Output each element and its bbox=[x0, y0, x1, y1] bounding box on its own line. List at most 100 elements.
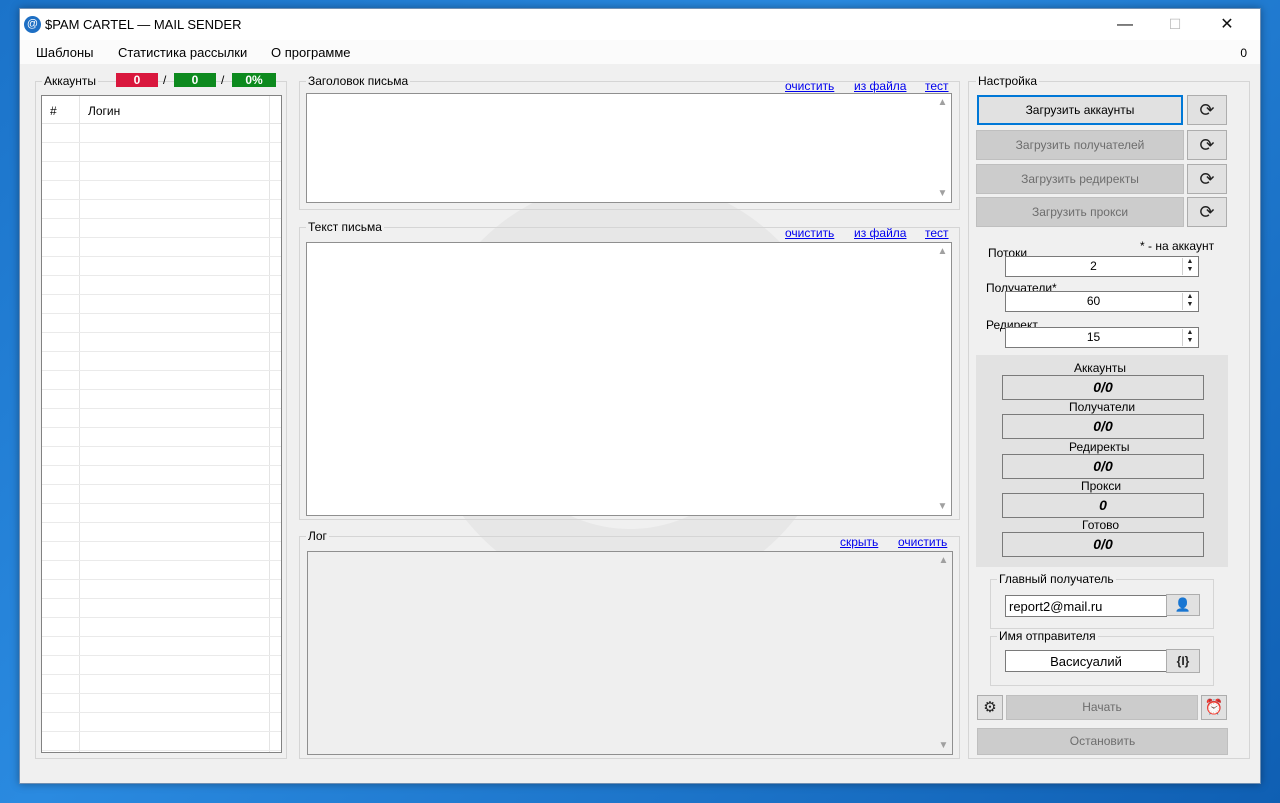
body-test-link[interactable]: тест bbox=[925, 226, 949, 240]
table-row[interactable] bbox=[42, 447, 281, 466]
table-row[interactable] bbox=[42, 523, 281, 542]
stat-accounts-label: Аккаунты bbox=[1070, 361, 1131, 375]
macro-button[interactable]: {I} bbox=[1166, 649, 1200, 673]
title-bar[interactable]: @ $PAM CARTEL — MAIL SENDER — ☐ ✕ bbox=[20, 9, 1260, 40]
subject-clear-link[interactable]: очистить bbox=[785, 79, 834, 93]
table-row[interactable] bbox=[42, 561, 281, 580]
table-row[interactable] bbox=[42, 675, 281, 694]
minimize-button[interactable]: — bbox=[1102, 9, 1148, 40]
table-row[interactable] bbox=[42, 732, 281, 751]
table-row[interactable] bbox=[42, 314, 281, 333]
arrow-down-icon[interactable]: ▼ bbox=[1183, 301, 1197, 309]
stepper-arrows[interactable]: ▲ ▼ bbox=[1182, 258, 1197, 275]
stop-button[interactable]: Остановить bbox=[977, 728, 1228, 755]
table-row[interactable] bbox=[42, 428, 281, 447]
arrow-down-icon[interactable]: ▼ bbox=[1183, 337, 1197, 345]
column-login[interactable]: Логин bbox=[88, 104, 120, 118]
load-accounts-button[interactable]: Загрузить аккаунты bbox=[977, 95, 1183, 125]
table-row[interactable] bbox=[42, 580, 281, 599]
arrow-up-icon[interactable]: ▲ bbox=[1183, 258, 1197, 266]
badge-percent: 0% bbox=[232, 73, 276, 87]
scroll-up-icon[interactable]: ▲ bbox=[935, 552, 952, 569]
body-clear-link[interactable]: очистить bbox=[785, 226, 834, 240]
stat-recipients-box: 0/0 bbox=[1002, 414, 1204, 439]
menu-statistics[interactable]: Статистика рассылки bbox=[118, 45, 247, 60]
refresh-icon[interactable]: ⟳ bbox=[1187, 164, 1227, 194]
table-row[interactable] bbox=[42, 694, 281, 713]
sender-name-value[interactable]: Васисуалий bbox=[1006, 654, 1166, 669]
table-row[interactable] bbox=[42, 162, 281, 181]
stepper-arrows[interactable]: ▲ ▼ bbox=[1182, 329, 1197, 346]
load-recipients-button[interactable]: Загрузить получателей bbox=[976, 130, 1184, 160]
threads-value[interactable]: 2 bbox=[1006, 259, 1181, 273]
subject-test-link[interactable]: тест bbox=[925, 79, 949, 93]
table-row[interactable] bbox=[42, 219, 281, 238]
gear-icon[interactable]: ⚙ bbox=[977, 695, 1003, 720]
subject-from-file-link[interactable]: из файла bbox=[854, 79, 906, 93]
column-number[interactable]: # bbox=[50, 104, 57, 118]
table-row[interactable] bbox=[42, 542, 281, 561]
refresh-icon[interactable]: ⟳ bbox=[1187, 197, 1227, 227]
start-button[interactable]: Начать bbox=[1006, 695, 1198, 720]
subject-textarea[interactable]: ▲ ▼ bbox=[306, 93, 952, 203]
maximize-button[interactable]: ☐ bbox=[1152, 9, 1198, 40]
scroll-up-icon[interactable]: ▲ bbox=[934, 94, 951, 111]
refresh-icon[interactable]: ⟳ bbox=[1187, 95, 1227, 125]
redirect-stepper[interactable]: 15 ▲ ▼ bbox=[1005, 327, 1199, 348]
table-row[interactable] bbox=[42, 276, 281, 295]
table-row[interactable] bbox=[42, 656, 281, 675]
table-row[interactable] bbox=[42, 200, 281, 219]
sender-name-input[interactable]: Васисуалий bbox=[1005, 650, 1167, 672]
log-textarea[interactable]: ▲ ▼ bbox=[307, 551, 953, 755]
menu-templates[interactable]: Шаблоны bbox=[36, 45, 94, 60]
subject-scrollbar[interactable]: ▲ ▼ bbox=[934, 94, 951, 202]
table-row[interactable] bbox=[42, 618, 281, 637]
table-row[interactable] bbox=[42, 409, 281, 428]
table-row[interactable] bbox=[42, 390, 281, 409]
threads-stepper[interactable]: 2 ▲ ▼ bbox=[1005, 256, 1199, 277]
user-icon[interactable]: 👤 bbox=[1166, 594, 1200, 616]
table-row[interactable] bbox=[42, 333, 281, 352]
table-row[interactable] bbox=[42, 371, 281, 390]
load-redirects-button[interactable]: Загрузить редиректы bbox=[976, 164, 1184, 194]
menu-about[interactable]: О программе bbox=[271, 45, 351, 60]
table-row[interactable] bbox=[42, 637, 281, 656]
arrow-up-icon[interactable]: ▲ bbox=[1183, 293, 1197, 301]
body-textarea[interactable]: ▲ ▼ bbox=[306, 242, 952, 516]
scroll-up-icon[interactable]: ▲ bbox=[934, 243, 951, 260]
scroll-down-icon[interactable]: ▼ bbox=[935, 737, 952, 754]
arrow-up-icon[interactable]: ▲ bbox=[1183, 329, 1197, 337]
table-row[interactable] bbox=[42, 504, 281, 523]
scroll-down-icon[interactable]: ▼ bbox=[934, 185, 951, 202]
log-clear-link[interactable]: очистить bbox=[898, 535, 947, 549]
scroll-down-icon[interactable]: ▼ bbox=[934, 498, 951, 515]
table-row[interactable] bbox=[42, 713, 281, 732]
log-scrollbar[interactable]: ▲ ▼ bbox=[935, 552, 952, 754]
window-title: $PAM CARTEL — MAIL SENDER bbox=[45, 17, 242, 32]
body-scrollbar[interactable]: ▲ ▼ bbox=[934, 243, 951, 515]
body-from-file-link[interactable]: из файла bbox=[854, 226, 906, 240]
table-row[interactable] bbox=[42, 238, 281, 257]
table-row[interactable] bbox=[42, 466, 281, 485]
close-button[interactable]: ✕ bbox=[1204, 9, 1250, 40]
recipients-value[interactable]: 60 bbox=[1006, 294, 1181, 308]
recipients-stepper[interactable]: 60 ▲ ▼ bbox=[1005, 291, 1199, 312]
redirect-value[interactable]: 15 bbox=[1006, 330, 1181, 344]
refresh-icon[interactable]: ⟳ bbox=[1187, 130, 1227, 160]
stepper-arrows[interactable]: ▲ ▼ bbox=[1182, 293, 1197, 310]
log-hide-link[interactable]: скрыть bbox=[840, 535, 878, 549]
alarm-clock-icon[interactable]: ⏰ bbox=[1201, 695, 1227, 720]
table-row[interactable] bbox=[42, 124, 281, 143]
arrow-down-icon[interactable]: ▼ bbox=[1183, 266, 1197, 274]
table-row[interactable] bbox=[42, 295, 281, 314]
load-proxy-button[interactable]: Загрузить прокси bbox=[976, 197, 1184, 227]
table-row[interactable] bbox=[42, 599, 281, 618]
table-row[interactable] bbox=[42, 143, 281, 162]
table-row[interactable] bbox=[42, 257, 281, 276]
accounts-list[interactable]: # Логин bbox=[41, 95, 282, 753]
main-recipient-input[interactable]: report2@mail.ru bbox=[1005, 595, 1167, 617]
table-row[interactable] bbox=[42, 352, 281, 371]
main-recipient-value[interactable]: report2@mail.ru bbox=[1009, 599, 1102, 614]
table-row[interactable] bbox=[42, 181, 281, 200]
table-row[interactable] bbox=[42, 485, 281, 504]
